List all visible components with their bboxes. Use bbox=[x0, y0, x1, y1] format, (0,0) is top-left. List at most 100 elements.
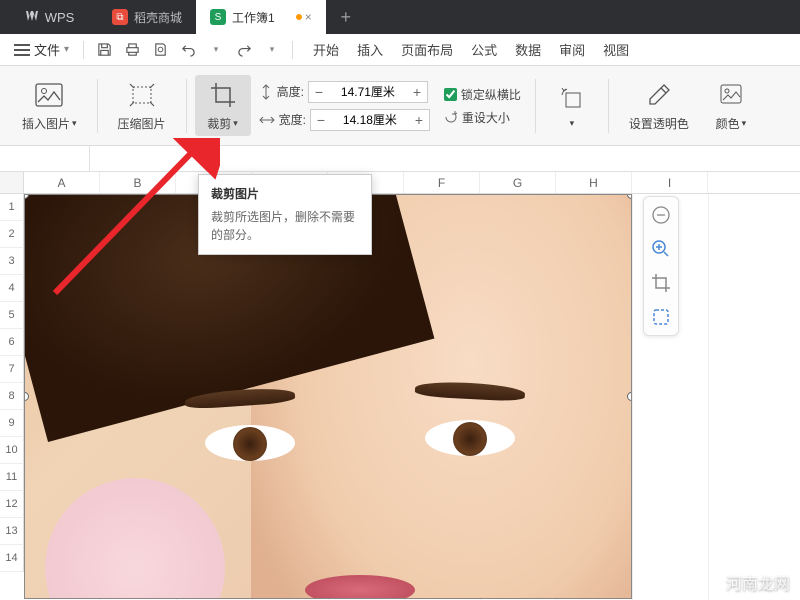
floating-toolbar bbox=[643, 196, 679, 336]
select-all-corner[interactable] bbox=[0, 172, 24, 194]
image-content bbox=[45, 478, 225, 599]
tooltip-description: 裁剪所选图片，删除不需要的部分。 bbox=[211, 208, 359, 244]
row-header[interactable]: 11 bbox=[0, 464, 24, 491]
label: 颜色 bbox=[716, 115, 740, 132]
decrease-button[interactable]: − bbox=[309, 82, 329, 102]
resize-handle[interactable] bbox=[627, 392, 632, 401]
height-row: 高度: − + bbox=[259, 81, 430, 103]
tab-docer[interactable]: ⧉ 稻壳商城 bbox=[98, 0, 196, 34]
save-icon[interactable] bbox=[92, 38, 116, 62]
picture-icon bbox=[33, 79, 65, 111]
zoom-out-icon[interactable] bbox=[649, 203, 673, 227]
row-header[interactable]: 9 bbox=[0, 410, 24, 437]
spreadsheet-icon: S bbox=[210, 9, 226, 25]
selection-tool-icon[interactable] bbox=[649, 305, 673, 329]
compress-icon bbox=[126, 79, 158, 111]
height-spinner[interactable]: − + bbox=[308, 81, 428, 103]
color-icon bbox=[715, 79, 747, 111]
row-header[interactable]: 7 bbox=[0, 356, 24, 383]
chevron-down-icon: ▾ bbox=[64, 44, 69, 55]
close-icon[interactable]: × bbox=[305, 10, 312, 24]
crop-icon bbox=[207, 79, 239, 111]
col-header[interactable]: G bbox=[480, 172, 556, 193]
print-preview-icon[interactable] bbox=[148, 38, 172, 62]
row-header[interactable]: 4 bbox=[0, 275, 24, 302]
label: 压缩图片 bbox=[118, 115, 166, 132]
formula-bar bbox=[0, 146, 800, 172]
reset-size-button[interactable]: 重设大小 bbox=[444, 109, 521, 126]
wps-icon bbox=[24, 9, 40, 25]
row-header[interactable]: 13 bbox=[0, 518, 24, 545]
formula-input[interactable] bbox=[90, 146, 800, 171]
row-header[interactable]: 14 bbox=[0, 545, 24, 572]
col-header[interactable]: I bbox=[632, 172, 708, 193]
menu-tab[interactable]: 插入 bbox=[357, 40, 383, 59]
app-logo: WPS bbox=[0, 0, 98, 34]
undo-icon[interactable] bbox=[176, 38, 200, 62]
width-label: 宽度: bbox=[279, 111, 306, 128]
chevron-down-icon: ▾ bbox=[233, 118, 238, 129]
separator bbox=[186, 79, 187, 133]
redo-dropdown-icon[interactable]: ▾ bbox=[260, 38, 284, 62]
crop-tool-icon[interactable] bbox=[649, 271, 673, 295]
size-controls: 高度: − + 宽度: − + bbox=[253, 81, 436, 131]
transparent-color-button[interactable]: 设置透明色 bbox=[617, 79, 701, 132]
row-header[interactable]: 8 bbox=[0, 383, 24, 410]
insert-picture-button[interactable]: 插入图片▾ bbox=[10, 79, 89, 132]
title-bar: WPS ⧉ 稻壳商城 S 工作簿1 × + bbox=[0, 0, 800, 34]
row-header[interactable]: 10 bbox=[0, 437, 24, 464]
ribbon: 插入图片▾ 压缩图片 裁剪▾ 高度: − + 宽度: − + bbox=[0, 66, 800, 146]
col-header[interactable]: H bbox=[556, 172, 632, 193]
zoom-in-icon[interactable] bbox=[649, 237, 673, 261]
image-content bbox=[205, 425, 295, 461]
spreadsheet-grid[interactable]: A B C D E F G H I 1 2 3 4 5 6 7 8 9 10 1… bbox=[0, 172, 800, 600]
row-header[interactable]: 3 bbox=[0, 248, 24, 275]
menu-tabs: 开始 插入 页面布局 公式 数据 审阅 视图 bbox=[313, 40, 629, 59]
width-row: 宽度: − + bbox=[259, 109, 430, 131]
color-button[interactable]: 颜色▾ bbox=[703, 79, 759, 132]
undo-dropdown-icon[interactable]: ▾ bbox=[204, 38, 228, 62]
increase-button[interactable]: + bbox=[407, 82, 427, 102]
chevron-down-icon: ▾ bbox=[570, 118, 575, 129]
increase-button[interactable]: + bbox=[409, 110, 429, 130]
menu-tab[interactable]: 公式 bbox=[471, 40, 497, 59]
height-label: 高度: bbox=[277, 83, 304, 100]
menu-tab[interactable]: 审阅 bbox=[559, 40, 585, 59]
row-header[interactable]: 12 bbox=[0, 491, 24, 518]
rotate-button[interactable]: ▾ bbox=[544, 82, 600, 129]
label: 重设大小 bbox=[462, 109, 510, 126]
menu-tab[interactable]: 视图 bbox=[603, 40, 629, 59]
height-icon bbox=[259, 84, 273, 100]
row-header[interactable]: 5 bbox=[0, 302, 24, 329]
compress-picture-button[interactable]: 压缩图片 bbox=[106, 79, 178, 132]
tab-label: 工作簿1 bbox=[232, 9, 275, 26]
tab-label: 稻壳商城 bbox=[134, 9, 182, 26]
row-header[interactable]: 2 bbox=[0, 221, 24, 248]
width-input[interactable] bbox=[331, 113, 409, 127]
width-spinner[interactable]: − + bbox=[310, 109, 430, 131]
menu-tab[interactable]: 开始 bbox=[313, 40, 339, 59]
file-menu[interactable]: 文件 ▾ bbox=[8, 40, 75, 59]
decrease-button[interactable]: − bbox=[311, 110, 331, 130]
image-content bbox=[425, 420, 515, 456]
cell-reference[interactable] bbox=[0, 146, 90, 171]
col-header[interactable]: A bbox=[24, 172, 100, 193]
menu-tab[interactable]: 页面布局 bbox=[401, 40, 453, 59]
resize-handle[interactable] bbox=[24, 392, 29, 401]
menu-tab[interactable]: 数据 bbox=[515, 40, 541, 59]
row-header[interactable]: 1 bbox=[0, 194, 24, 221]
col-header[interactable]: B bbox=[100, 172, 176, 193]
label: 锁定纵横比 bbox=[461, 86, 521, 103]
redo-icon[interactable] bbox=[232, 38, 256, 62]
height-input[interactable] bbox=[329, 85, 407, 99]
checkbox[interactable] bbox=[444, 88, 457, 101]
tab-workbook[interactable]: S 工作簿1 × bbox=[196, 0, 326, 34]
crop-button[interactable]: 裁剪▾ bbox=[195, 75, 251, 136]
lock-ratio-checkbox[interactable]: 锁定纵横比 bbox=[444, 86, 521, 103]
new-tab-button[interactable]: + bbox=[326, 0, 366, 34]
separator bbox=[292, 41, 293, 59]
separator bbox=[608, 79, 609, 133]
print-icon[interactable] bbox=[120, 38, 144, 62]
col-header[interactable]: F bbox=[404, 172, 480, 193]
row-header[interactable]: 6 bbox=[0, 329, 24, 356]
